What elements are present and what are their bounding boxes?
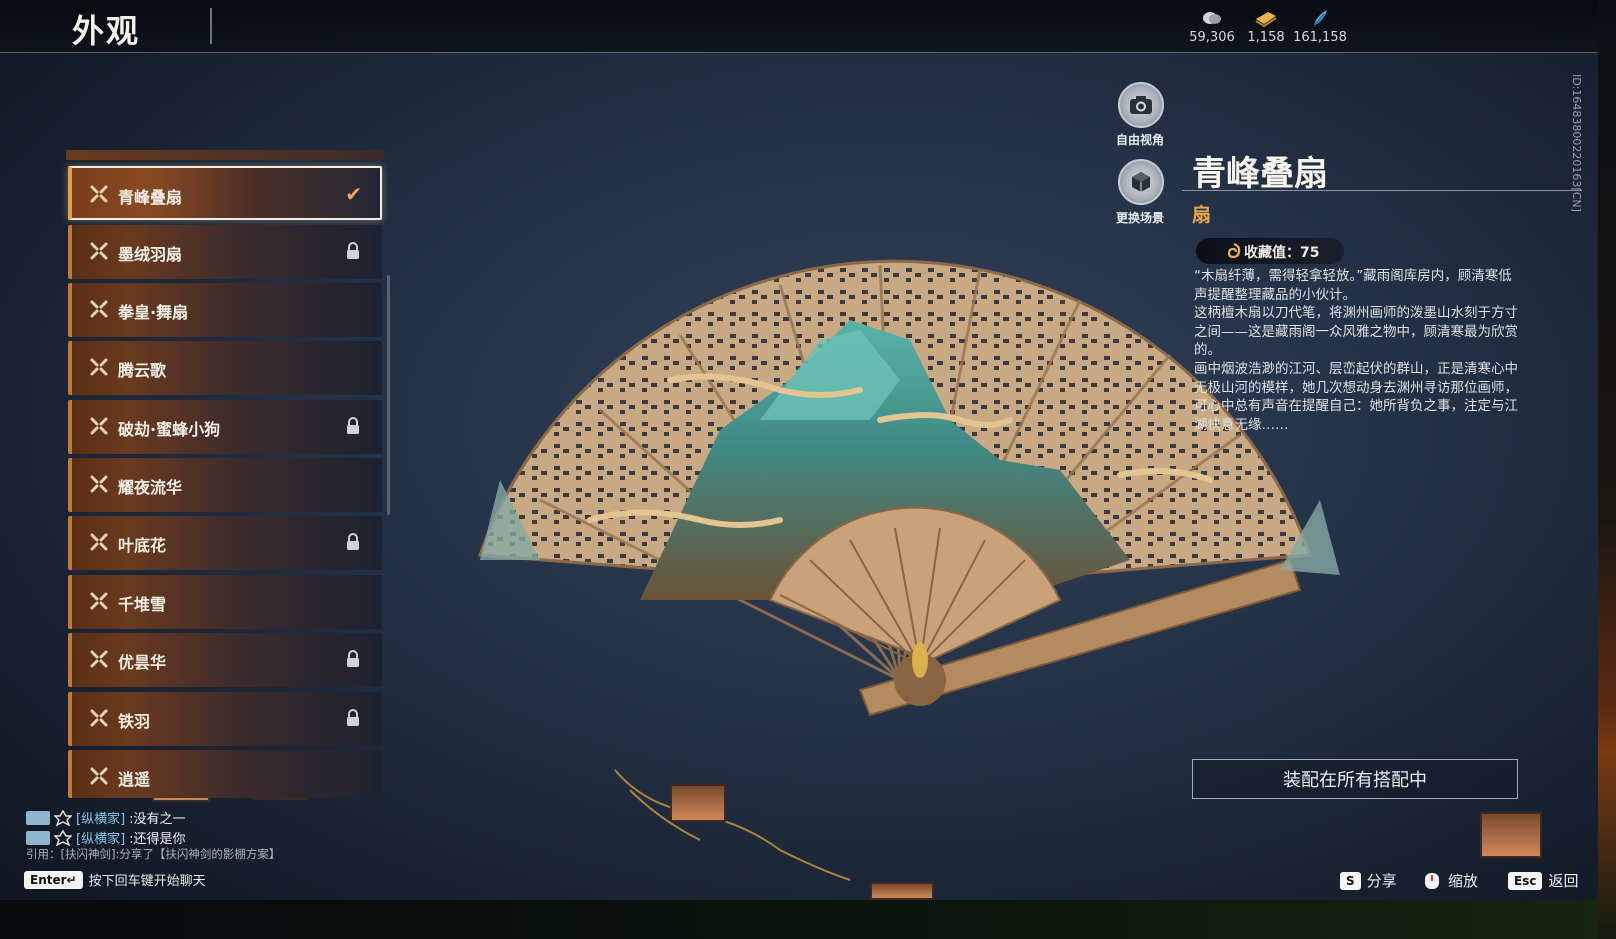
lantern-decoration [670, 784, 726, 822]
chat-line: [纵横家] :还得是你 [26, 828, 186, 847]
camera-icon [1130, 96, 1152, 114]
outfit-category-icon [90, 185, 108, 203]
list-item-label: 破劫·蜜蜂小狗 [118, 420, 221, 439]
share-label: 分享 [1366, 872, 1397, 890]
equip-all-outfits-button[interactable]: 装配在所有搭配中 [1192, 759, 1518, 799]
collect-value-text: 收藏值：75 [1244, 245, 1320, 261]
page-title: 外观 [72, 12, 141, 50]
share-key: S [1340, 871, 1361, 890]
currency-gold: 1,158 [1236, 8, 1296, 45]
guild-emblem-icon [54, 809, 72, 826]
outfit-category-icon [90, 358, 108, 376]
list-item[interactable]: 铁羽 [68, 692, 382, 746]
outfit-category-icon [90, 242, 108, 260]
chat-line: [纵横家] :没有之一 [26, 808, 186, 827]
list-item-label: 拳皇·舞扇 [118, 303, 189, 322]
esc-key: Esc [1508, 871, 1543, 890]
lock-icon [347, 650, 359, 667]
outfit-category-icon [90, 709, 108, 727]
silver-coin-icon [1203, 12, 1221, 24]
item-description: “木扇纤薄，需得轻拿轻放。”藏雨阁库房内，顾清寒低声提醒整理藏品的小伙计。 这柄… [1194, 267, 1524, 434]
list-item-label: 墨绒羽扇 [118, 245, 183, 264]
lock-icon [347, 709, 359, 726]
back-label: 返回 [1548, 872, 1579, 890]
outfit-category-icon [90, 767, 108, 785]
chat-sender-name[interactable]: [纵横家] [76, 808, 125, 827]
description-paragraph: 画中烟波浩渺的江河、层峦起伏的群山，正是清寒心中无极山河的模样，她几次想动身去渊… [1194, 360, 1518, 433]
list-item-label: 铁羽 [118, 712, 151, 731]
list-item-label: 耀夜流华 [118, 478, 183, 497]
lantern-decoration [870, 882, 934, 900]
list-item-label: 叶底花 [118, 536, 167, 555]
list-item-label: 青峰叠扇 [118, 188, 183, 207]
list-item-label: 腾云歌 [118, 361, 167, 380]
chat-channel-tag [26, 830, 50, 845]
item-name: 青峰叠扇 [1192, 154, 1328, 194]
outfit-category-icon [90, 300, 108, 318]
list-item[interactable]: 拳皇·舞扇 [68, 283, 382, 337]
lantern-decoration [1480, 812, 1542, 858]
list-item-label: 优昙华 [118, 653, 167, 672]
list-item[interactable]: 耀夜流华 [68, 458, 382, 512]
chat-quote: 引用：[扶闪神剑]:分享了【扶闪神剑的影棚方案】 [26, 847, 281, 861]
change-scene-button[interactable] [1118, 159, 1164, 205]
list-item[interactable]: 千堆雪 [68, 575, 382, 629]
back-hint[interactable]: Esc 返回 [1508, 870, 1578, 891]
currency-gold-value: 1,158 [1247, 30, 1285, 45]
list-item[interactable]: 破劫·蜜蜂小狗 [68, 400, 382, 454]
list-item[interactable]: 墨绒羽扇 [68, 225, 382, 279]
currency-feather-value: 161,158 [1293, 30, 1347, 45]
gold-ticket-icon [1255, 12, 1277, 28]
currency-silver-value: 59,306 [1189, 30, 1235, 45]
lock-icon [347, 533, 359, 550]
chat-message: :没有之一 [129, 812, 186, 827]
list-item-label: 逍遥 [118, 770, 151, 789]
title-divider [210, 8, 212, 44]
chat-sender-name[interactable]: [纵横家] [76, 828, 125, 847]
currency-silver: 59,306 [1182, 8, 1242, 45]
lock-icon [347, 417, 359, 434]
top-bar-divider [0, 52, 1598, 53]
lock-icon [347, 242, 359, 259]
share-hint[interactable]: S 分享 [1340, 870, 1397, 891]
checkmark-icon: ✔ [345, 182, 362, 206]
cube-icon [1132, 172, 1150, 192]
list-top-cap [66, 150, 384, 160]
outfit-category-icon [90, 417, 108, 435]
outfit-category-icon [90, 592, 108, 610]
list-item-label: 千堆雪 [118, 595, 167, 614]
item-type: 扇 [1192, 204, 1212, 226]
list-item[interactable]: 叶底花 [68, 516, 382, 570]
list-item[interactable]: 腾云歌 [68, 341, 382, 395]
outfit-category-icon [90, 533, 108, 551]
mouse-icon [1425, 872, 1439, 889]
outfit-category-icon [90, 650, 108, 668]
collect-swirl-icon [1227, 242, 1241, 259]
chat-channel-tag [26, 810, 50, 825]
chat-message: :还得是你 [129, 832, 186, 847]
list-scrollbar[interactable] [387, 275, 390, 515]
description-paragraph: “木扇纤薄，需得轻拿轻放。”藏雨阁库房内，顾清寒低声提醒整理藏品的小伙计。 [1194, 268, 1512, 303]
item-id: ID:1648380022016​3[CN] [1570, 74, 1583, 212]
list-item[interactable]: 优昙华 [68, 633, 382, 687]
free-camera-label: 自由视角 [1115, 133, 1164, 147]
top-bar: 外观 59,306 1,158 161,158 [0, 0, 1598, 52]
name-underline [1182, 190, 1582, 191]
bottom-ground [0, 900, 1616, 939]
right-edge-scenery [1598, 0, 1616, 939]
chat-enter-hint[interactable]: Enter↵ 按下回车键开始聊天 [24, 870, 206, 889]
chat-enter-label: 按下回车键开始聊天 [88, 874, 206, 889]
zoom-label: 缩放 [1448, 872, 1479, 890]
list-item[interactable]: 逍遥 [68, 750, 382, 798]
free-camera-button[interactable] [1118, 82, 1164, 128]
outfit-category-icon [90, 475, 108, 493]
guild-emblem-icon [54, 829, 72, 846]
list-item[interactable]: 青峰叠扇 ✔ [68, 166, 382, 220]
description-paragraph: 这柄檀木扇以刀代笔，将渊州画师的泼墨山水刻于方寸之间——这是藏雨阁一众风雅之物中… [1194, 305, 1518, 359]
change-scene-label: 更换场景 [1115, 211, 1164, 225]
currency-feather: 161,158 [1290, 8, 1350, 45]
feather-token-icon [1313, 10, 1327, 27]
zoom-hint[interactable]: 缩放 [1422, 870, 1478, 891]
enter-key: Enter↵ [24, 870, 83, 889]
